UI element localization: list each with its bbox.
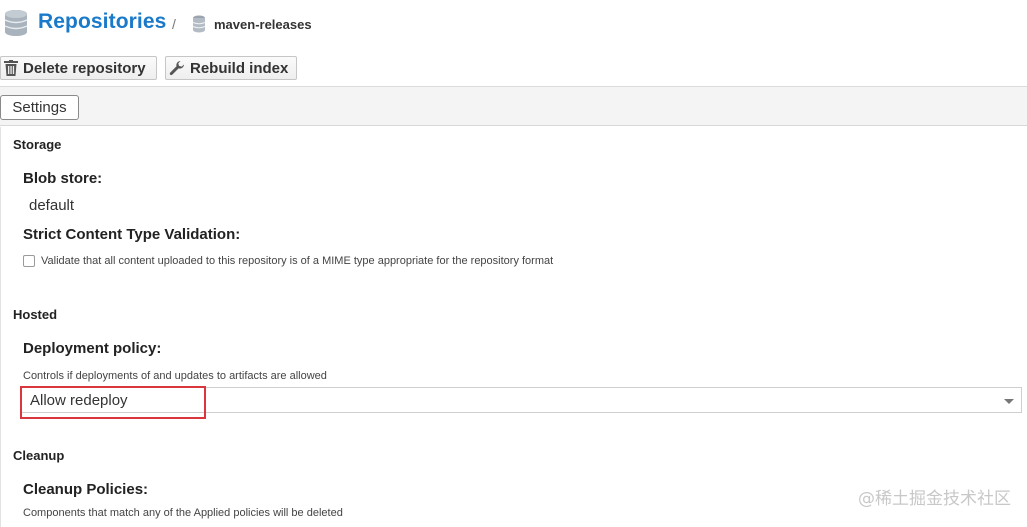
trash-icon bbox=[4, 60, 18, 76]
page-title[interactable]: Repositories bbox=[38, 10, 166, 34]
breadcrumb-current: maven-releases bbox=[214, 17, 312, 32]
blob-store-value: default bbox=[29, 197, 75, 214]
blob-store-label: Blob store: bbox=[23, 170, 103, 187]
deployment-policy-label: Deployment policy: bbox=[23, 340, 162, 357]
strict-validation-text: Validate that all content uploaded to th… bbox=[41, 255, 554, 267]
database-icon bbox=[4, 10, 28, 36]
wrench-icon bbox=[169, 61, 184, 76]
breadcrumb-separator: / bbox=[172, 16, 176, 32]
deployment-policy-select[interactable]: Allow redeploy bbox=[20, 387, 1022, 413]
repository-icon bbox=[192, 15, 206, 33]
deployment-policy-help: Controls if deployments of and updates t… bbox=[23, 370, 327, 382]
delete-repository-button[interactable]: Delete repository bbox=[0, 56, 157, 80]
delete-repository-label: Delete repository bbox=[23, 59, 146, 77]
storage-section-title: Storage bbox=[13, 137, 62, 152]
rebuild-index-label: Rebuild index bbox=[190, 59, 289, 77]
chevron-down-icon[interactable] bbox=[1004, 399, 1014, 404]
deployment-policy-value: Allow redeploy bbox=[30, 392, 128, 409]
hosted-section-title: Hosted bbox=[13, 307, 58, 322]
cleanup-policies-help: Components that match any of the Applied… bbox=[23, 507, 343, 519]
strict-validation-checkbox[interactable] bbox=[23, 255, 35, 267]
cleanup-policies-label: Cleanup Policies: bbox=[23, 481, 149, 498]
tab-settings[interactable]: Settings bbox=[0, 95, 79, 120]
strict-validation-label: Strict Content Type Validation: bbox=[23, 226, 241, 243]
watermark: @稀土掘金技术社区 bbox=[858, 489, 1011, 509]
rebuild-index-button[interactable]: Rebuild index bbox=[165, 56, 297, 80]
tab-bar: Settings bbox=[0, 86, 1027, 126]
cleanup-section-title: Cleanup bbox=[13, 448, 65, 463]
strict-validation-row: Validate that all content uploaded to th… bbox=[23, 255, 553, 267]
page-header: Repositories / maven-releases bbox=[0, 0, 1027, 50]
settings-panel: Storage Blob store: default Strict Conte… bbox=[0, 127, 1027, 527]
